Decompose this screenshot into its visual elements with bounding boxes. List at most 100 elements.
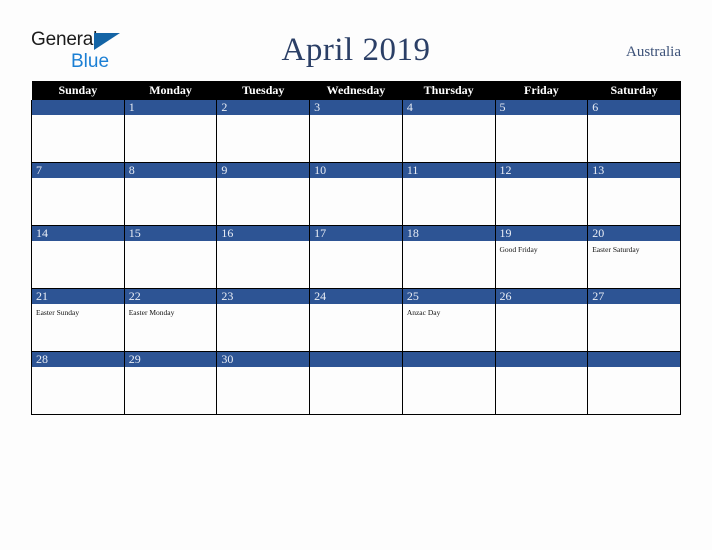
page-title: April 2019 (281, 32, 431, 68)
day-event (125, 178, 217, 182)
day-number: 17 (310, 226, 402, 241)
day-cell[interactable]: 17 (309, 225, 403, 289)
day-event (32, 367, 124, 371)
day-cell[interactable]: 22 Easter Monday (123, 288, 218, 352)
day-cell[interactable]: 9 (216, 162, 311, 226)
day-cell[interactable]: 13 (587, 162, 681, 226)
day-cell[interactable]: 30 (216, 351, 311, 415)
page-header: General Blue April 2019 Australia (31, 26, 681, 76)
day-cell[interactable]: 4 (401, 100, 496, 163)
calendar-table: Sunday Monday Tuesday Wednesday Thursday… (31, 81, 681, 415)
day-cell[interactable]: 15 (123, 225, 218, 289)
day-event (217, 241, 309, 245)
day-event (217, 178, 309, 182)
calendar-week-row: 14 15 16 17 18 19 Good Friday 20 Easter Sa… (31, 225, 681, 289)
day-cell[interactable]: 25 Anzac Day (401, 288, 496, 352)
day-number: 30 (217, 352, 310, 367)
day-cell[interactable] (309, 351, 403, 415)
day-number: 28 (32, 352, 124, 367)
day-cell[interactable]: 6 (587, 100, 681, 163)
day-event (310, 241, 402, 245)
day-event (125, 115, 217, 119)
weekday-header-tuesday: Tuesday (216, 81, 310, 100)
day-cell[interactable] (401, 351, 496, 415)
calendar-week-row: 21 Easter Sunday 22 Easter Monday 23 24 25… (31, 288, 681, 352)
region-label: Australia (626, 44, 681, 60)
day-cell[interactable]: 3 (309, 100, 403, 163)
day-cell[interactable] (587, 351, 681, 415)
day-event (496, 178, 588, 182)
day-event (496, 367, 588, 371)
day-cell[interactable]: 21 Easter Sunday (31, 288, 125, 352)
day-event (217, 115, 309, 119)
day-cell[interactable]: 26 (494, 288, 589, 352)
day-event (310, 304, 402, 308)
day-number: 29 (124, 352, 217, 367)
day-number: 26 (495, 289, 588, 304)
day-event (125, 367, 217, 371)
day-number: 10 (310, 163, 402, 178)
weekday-header-wednesday: Wednesday (309, 81, 403, 100)
day-number: 4 (402, 100, 495, 115)
day-cell[interactable]: 7 (31, 162, 125, 226)
weekday-header-friday: Friday (495, 81, 588, 100)
day-number (588, 352, 680, 367)
day-number (310, 352, 402, 367)
calendar-week-row: 1 2 3 4 5 6 (31, 100, 681, 163)
day-cell[interactable]: 2 (216, 100, 311, 163)
day-event (403, 115, 495, 119)
day-number: 14 (32, 226, 124, 241)
calendar-body: 1 2 3 4 5 6 7 8 9 10 11 12 13 14 15 16 1… (31, 100, 681, 415)
day-event (588, 178, 680, 182)
day-cell[interactable]: 20 Easter Saturday (587, 225, 681, 289)
day-number: 11 (402, 163, 495, 178)
day-event: Easter Monday (128, 308, 175, 317)
day-cell[interactable]: 12 (494, 162, 589, 226)
day-event (403, 241, 495, 245)
day-event: Anzac Day (406, 308, 441, 317)
day-cell[interactable]: 8 (123, 162, 218, 226)
day-number: 13 (588, 163, 680, 178)
day-number: 9 (217, 163, 310, 178)
day-number: 20 (588, 226, 680, 241)
day-cell[interactable]: 14 (31, 225, 125, 289)
day-number: 16 (217, 226, 310, 241)
day-event (310, 115, 402, 119)
calendar-week-row: 7 8 9 10 11 12 13 (31, 162, 681, 226)
day-event (588, 367, 680, 371)
day-number: 18 (402, 226, 495, 241)
day-cell[interactable]: 28 (31, 351, 125, 415)
day-cell[interactable]: 10 (309, 162, 403, 226)
day-cell[interactable]: 18 (401, 225, 496, 289)
day-cell[interactable] (494, 351, 589, 415)
day-event (32, 178, 124, 182)
day-event (310, 178, 402, 182)
day-number: 2 (217, 100, 310, 115)
day-cell[interactable]: 1 (123, 100, 218, 163)
calendar-page: General Blue April 2019 Australia Sunday… (0, 0, 712, 550)
day-event (403, 178, 495, 182)
weekday-header-saturday: Saturday (587, 81, 681, 100)
day-cell[interactable]: 27 (587, 288, 681, 352)
day-event (403, 367, 495, 371)
day-number: 1 (124, 100, 217, 115)
day-number: 19 (495, 226, 588, 241)
day-cell[interactable]: 19 Good Friday (494, 225, 589, 289)
day-event (32, 241, 124, 245)
day-cell[interactable]: 23 (216, 288, 311, 352)
day-cell[interactable]: 24 (309, 288, 403, 352)
day-number: 25 (402, 289, 495, 304)
day-number: 23 (217, 289, 310, 304)
day-cell[interactable]: 29 (123, 351, 218, 415)
day-cell[interactable]: 16 (216, 225, 311, 289)
day-cell[interactable]: 11 (401, 162, 496, 226)
day-cell[interactable]: 5 (494, 100, 589, 163)
day-cell[interactable] (31, 100, 125, 163)
calendar-week-row: 28 29 30 (31, 351, 681, 415)
day-event (217, 367, 309, 371)
weekday-header-thursday: Thursday (402, 81, 496, 100)
weekday-header-monday: Monday (124, 81, 217, 100)
day-number (402, 352, 495, 367)
day-number: 24 (310, 289, 402, 304)
day-number: 22 (124, 289, 217, 304)
